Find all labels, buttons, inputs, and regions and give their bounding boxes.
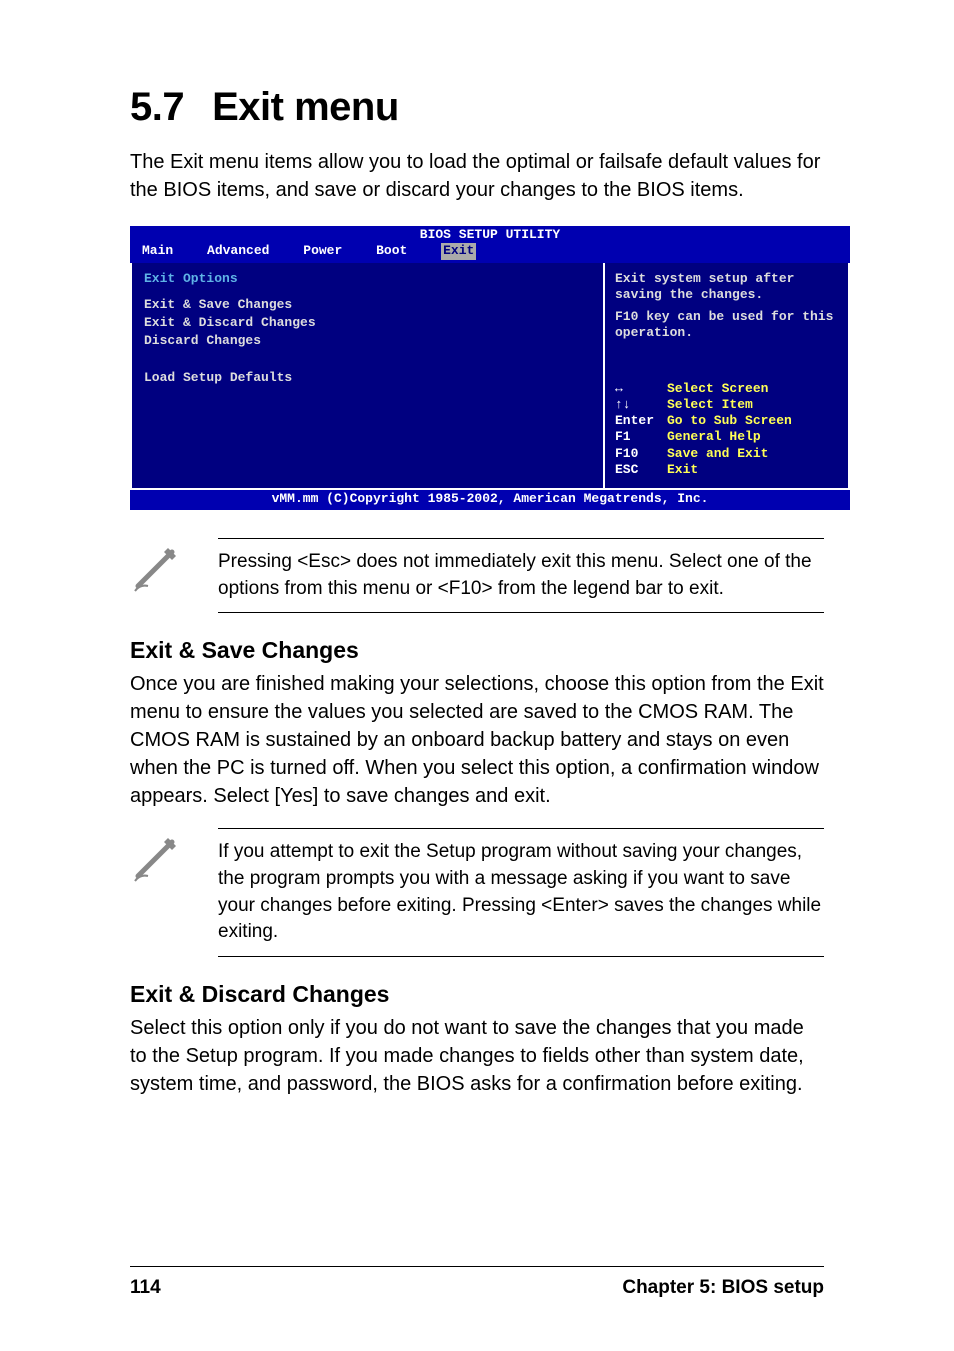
body-discard: Select this option only if you do not wa… [130,1014,824,1098]
page-footer: 114 Chapter 5: BIOS setup [130,1266,824,1299]
bios-left-panel: Exit Options Exit & Save Changes Exit & … [130,263,605,491]
exit-options-label: Exit Options [144,271,591,287]
page-title: 5.7 Exit menu [130,85,824,130]
bios-title: BIOS SETUP UTILITY [130,226,850,243]
bios-key-legend: ↔Select Screen ↑↓Select Item EnterGo to … [615,381,838,479]
page-number: 114 [130,1277,161,1299]
body-save: Once you are finished making your select… [130,670,824,810]
chapter-label: Chapter 5: BIOS setup [622,1277,824,1299]
note-icon [130,828,190,956]
bios-tab-power: Power [303,243,342,259]
note-text: If you attempt to exit the Setup program… [218,828,824,956]
section-name: Exit menu [212,85,399,129]
note-text: Pressing <Esc> does not immediately exit… [218,538,824,613]
list-item [144,352,591,368]
bios-tab-main: Main [142,243,173,259]
list-item: Discard Changes [144,333,591,349]
intro-paragraph: The Exit menu items allow you to load th… [130,148,824,204]
subhead-discard: Exit & Discard Changes [130,981,824,1008]
bios-help-text: F10 key can be used for this operation. [615,309,838,342]
list-item: Exit & Discard Changes [144,315,591,331]
bios-footer: vMM.mm (C)Copyright 1985-2002, American … [130,490,850,510]
list-item: Exit & Save Changes [144,297,591,313]
bios-tab-boot: Boot [376,243,407,259]
bios-help-text: Exit system setup after saving the chang… [615,271,838,304]
bios-screenshot: BIOS SETUP UTILITY Main Advanced Power B… [130,226,850,510]
bios-tabs: Main Advanced Power Boot Exit [130,243,850,262]
subhead-save: Exit & Save Changes [130,637,824,664]
section-number: 5.7 [130,85,184,129]
bios-tab-exit: Exit [441,243,476,259]
bios-right-panel: Exit system setup after saving the chang… [605,263,850,491]
list-item: Load Setup Defaults [144,370,591,386]
note-icon [130,538,190,613]
bios-tab-advanced: Advanced [207,243,269,259]
